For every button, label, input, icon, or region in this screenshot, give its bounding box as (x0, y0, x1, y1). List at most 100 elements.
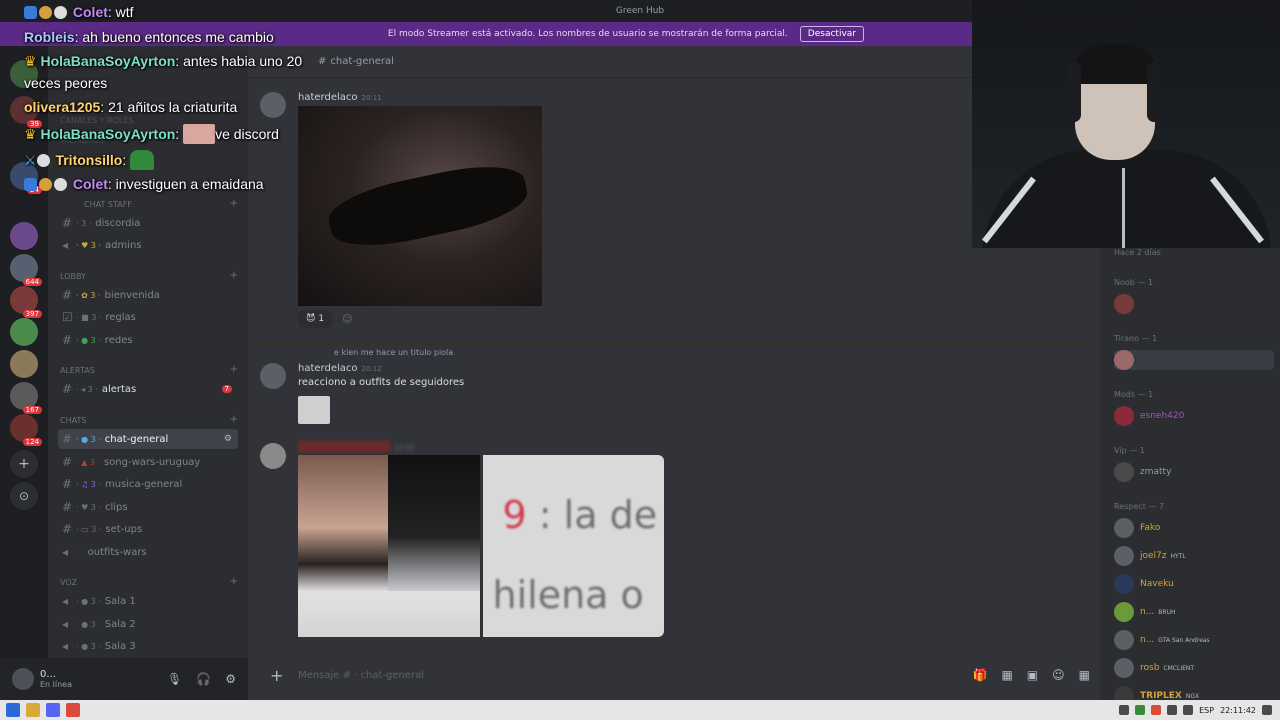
member-item[interactable]: n... BRUH (1114, 602, 1176, 622)
message-author[interactable]: haterdelaco 20:11 (298, 92, 382, 103)
category-chat-staff[interactable]: Chat Staff (84, 200, 132, 209)
tray-icon[interactable] (1151, 705, 1162, 715)
text-channel-icon: # (62, 500, 73, 514)
add-channel-icon[interactable]: + (230, 364, 238, 375)
emoji-icon[interactable]: ☺ (1052, 668, 1065, 682)
voice-channel-sala-2[interactable]: ◂ · ● 3 · Sala 2 (58, 614, 238, 634)
microphone-icon[interactable]: 🎙 (167, 672, 182, 686)
tray-icon[interactable] (1135, 705, 1146, 715)
avatar (1114, 546, 1134, 566)
member-item[interactable]: Fako (1114, 518, 1160, 538)
discord-app-icon[interactable] (46, 703, 60, 717)
notifications-icon[interactable] (1262, 705, 1272, 715)
avatar[interactable] (260, 443, 286, 469)
channel-reglas[interactable]: ☑ · ■ 3 · reglas (58, 307, 238, 327)
keyboard-language[interactable]: ESP (1199, 706, 1214, 715)
member-item[interactable] (1114, 294, 1140, 314)
member-activity: HYTL (1170, 552, 1186, 560)
channel-label: Sala 1 (104, 595, 136, 607)
channel-redes[interactable]: # · ● 3 · redes (58, 330, 238, 350)
add-server-icon[interactable]: + (10, 450, 38, 478)
member-item[interactable]: n... GTA San Andreas (1114, 630, 1210, 650)
member-item[interactable]: rosb CMCLIENT (1114, 658, 1194, 678)
server-icon[interactable] (10, 350, 38, 378)
server-icon[interactable]: 124 (10, 414, 42, 446)
channel-musica-general[interactable]: # · ♫ 3 · musica-general (58, 474, 238, 494)
channel-settings-icon[interactable]: ⚙ (224, 434, 232, 444)
sidebar-link-roles[interactable]: Canales y roles (60, 116, 134, 125)
reply-preview[interactable]: e kien me hace un titulo piola (334, 348, 453, 357)
add-channel-icon[interactable]: + (230, 576, 238, 587)
sidebar-link-members[interactable]: Miembros (60, 136, 104, 145)
headphones-icon[interactable]: 🎧 (196, 672, 211, 686)
reaction-button[interactable]: 😈 1 (298, 310, 332, 328)
channel-chat-general[interactable]: # · ● 3 · chat-general ⚙ (58, 429, 238, 449)
channel-label: set-ups (105, 523, 143, 535)
channel-discordia[interactable]: # · 3 · discordia (58, 213, 238, 233)
tray-icon[interactable] (1119, 705, 1130, 715)
gear-icon[interactable]: ⚙ (225, 672, 236, 686)
channel-label: Sala 2 (104, 618, 136, 630)
text-channel-icon: # (62, 477, 73, 491)
channel-song-wars-uruguay[interactable]: # · ▲ 3 · song-wars-uruguay (58, 452, 238, 472)
channel-label: clips (104, 501, 128, 513)
avatar[interactable] (12, 668, 34, 690)
avatar[interactable] (260, 92, 286, 118)
file-explorer-icon[interactable] (26, 703, 40, 717)
voice-channel-sala-3[interactable]: ◂ · ● 3 · Sala 3 (58, 636, 238, 656)
server-icon[interactable]: 167 (10, 382, 42, 414)
channel-alertas[interactable]: # · ◂ 3 · alertas 7 (58, 379, 238, 399)
server-icon[interactable]: 644 (10, 254, 42, 286)
text-channel-icon: # (62, 455, 73, 469)
channel-header-name: chat-general (330, 56, 394, 67)
category-lobby[interactable]: LOBBY (60, 272, 86, 281)
avatar[interactable] (260, 363, 286, 389)
category-voz[interactable]: VOZ (60, 578, 77, 587)
message-author[interactable]: ████████████ 22:12 (298, 442, 414, 453)
windows-start-icon[interactable] (6, 703, 20, 717)
server-icon[interactable]: 397 (10, 286, 42, 318)
category-chats[interactable]: CHATS (60, 416, 86, 425)
add-reaction-icon[interactable]: ☺ (342, 314, 352, 325)
gallery-image[interactable] (298, 455, 480, 637)
apps-icon[interactable]: ▦ (1079, 668, 1090, 682)
channel-bienvenida[interactable]: # · ✿ 3 · bienvenida (58, 285, 238, 305)
explore-servers-icon[interactable]: ⊙ (10, 482, 38, 510)
gallery-image[interactable]: 9 : la de hilena o (482, 455, 664, 637)
network-icon[interactable] (1167, 705, 1178, 715)
member-item[interactable]: zmatty (1114, 462, 1171, 482)
disable-streamer-mode-button[interactable]: Desactivar (799, 26, 864, 42)
channel-set-ups[interactable]: # · ▭ 3 · set-ups (58, 519, 238, 539)
server-icon[interactable]: 39 (10, 96, 42, 128)
message-author[interactable]: haterdelaco 20:12 (298, 363, 382, 374)
category-alertas[interactable]: ALERTAS (60, 366, 95, 375)
voice-channel-sala-1[interactable]: ◂ · ● 3 · Sala 1 (58, 591, 238, 611)
text-channel-icon: # (62, 333, 73, 347)
gif-icon[interactable]: ▦ (1001, 668, 1012, 682)
server-icon[interactable]: 24 (10, 162, 42, 194)
member-activity: GTA San Andreas (1158, 636, 1210, 644)
message-image-attachment[interactable] (298, 396, 330, 424)
member-item[interactable] (1114, 350, 1274, 370)
server-icon[interactable] (10, 60, 38, 88)
channel-admins[interactable]: ◂ · ♥ 3 · admins (58, 235, 238, 255)
member-item[interactable]: esneh420 (1114, 406, 1184, 426)
message-image-attachment[interactable] (298, 106, 542, 306)
server-icon[interactable] (10, 222, 38, 250)
add-attachment-icon[interactable]: + (270, 666, 283, 685)
message-input[interactable]: Mensaje # · chat-general (298, 670, 424, 681)
add-channel-icon[interactable]: + (230, 270, 238, 281)
browser-app-icon[interactable] (66, 703, 80, 717)
member-item[interactable]: Naveku (1114, 574, 1174, 594)
server-icon[interactable] (10, 318, 38, 346)
add-channel-icon[interactable]: + (230, 414, 238, 425)
channel-clips[interactable]: # · ♥ 3 · clips (58, 497, 238, 517)
add-channel-icon[interactable]: + (230, 198, 238, 209)
channel-outfits-wars[interactable]: ◂ · · outfits-wars (58, 542, 238, 562)
gift-icon[interactable]: 🎁 (973, 668, 988, 682)
clock[interactable]: 22:11:42 (1220, 706, 1256, 715)
member-item[interactable]: joel7z HYTL (1114, 546, 1186, 566)
sticker-icon[interactable]: ▣ (1027, 668, 1038, 682)
avatar (1114, 574, 1134, 594)
volume-icon[interactable] (1183, 705, 1194, 715)
